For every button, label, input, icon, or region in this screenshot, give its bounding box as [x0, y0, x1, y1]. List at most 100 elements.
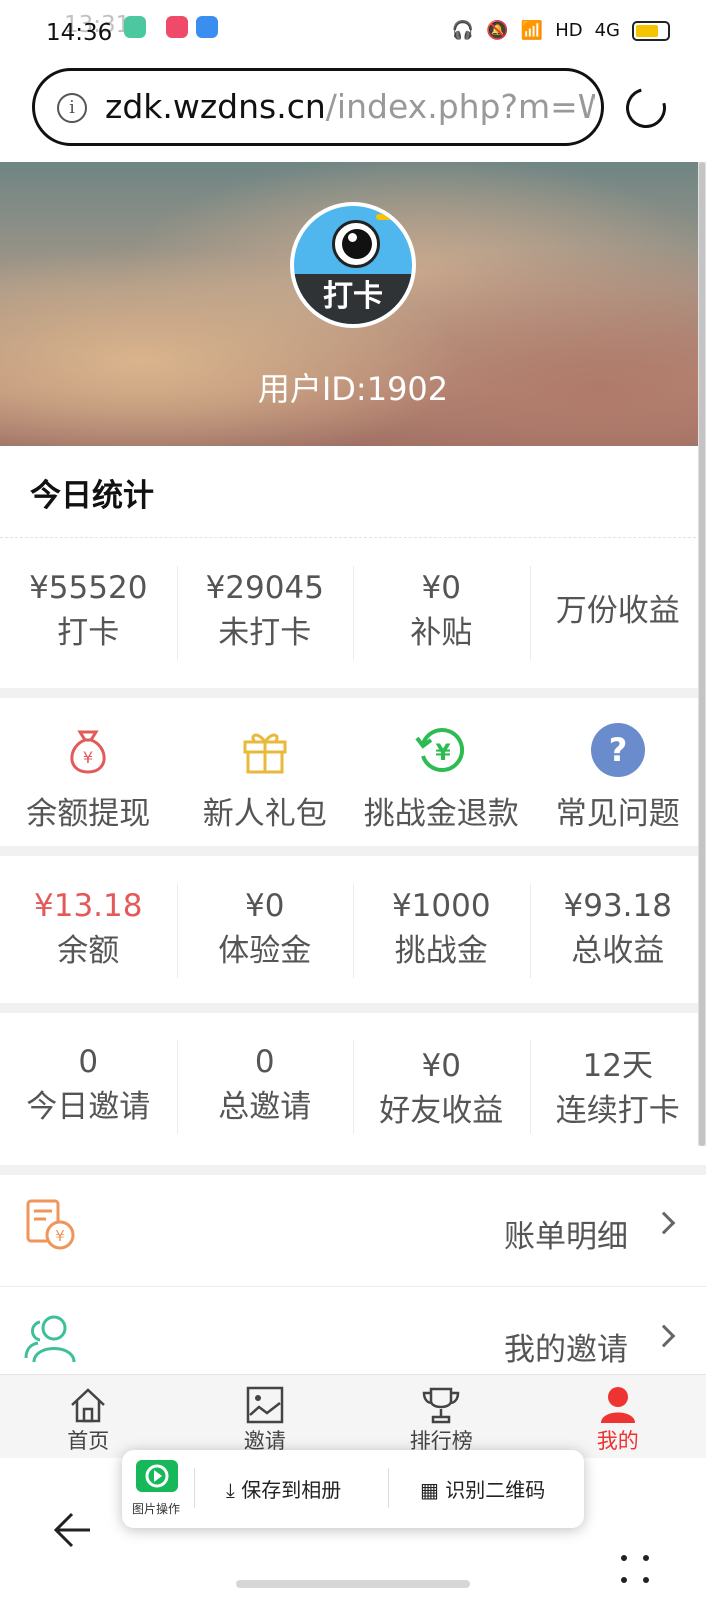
save-to-album-button[interactable]: ⤓ 保存到相册	[226, 1474, 341, 1503]
trial-fund-value: ¥0	[245, 888, 285, 924]
stat-label: 打卡	[57, 615, 120, 651]
bottom-tab-bar: 首页 邀请 排行榜 我的	[0, 1374, 706, 1458]
reload-icon[interactable]	[618, 80, 674, 136]
stat-label: 补贴	[410, 615, 473, 651]
scrollbar[interactable]	[698, 162, 706, 1146]
stat-subsidy: ¥0 补贴	[353, 566, 530, 660]
total-earnings-label: 总收益	[571, 933, 665, 969]
bill-details-label: 账单明细	[504, 1219, 628, 1255]
balance-item[interactable]: ¥13.18 余额	[0, 884, 177, 974]
url-text[interactable]: zdk.wzdns.cn/index.php?m=W	[105, 87, 595, 126]
info-icon[interactable]: i	[57, 93, 87, 123]
image-action-popup: 图片操作 ⤓ 保存到相册 ▦ 识别二维码	[122, 1450, 584, 1528]
stat-value: ¥0	[421, 570, 461, 606]
friend-earnings-value: ¥0	[421, 1048, 461, 1084]
challenge-fund-item[interactable]: ¥1000 挑战金	[353, 884, 530, 978]
action-label: 挑战金退款	[363, 796, 519, 832]
battery-icon	[632, 20, 670, 41]
address-bar[interactable]: i zdk.wzdns.cn/index.php?m=W	[32, 68, 604, 146]
section-gap	[0, 688, 706, 698]
camera-flash-icon	[376, 214, 392, 220]
total-invites-item[interactable]: 0 总邀请	[176, 1040, 354, 1134]
stat-unpunched: ¥29045 未打卡	[176, 566, 354, 660]
save-to-album-label: 保存到相册	[241, 1478, 342, 1502]
scan-qr-button[interactable]: ▦ 识别二维码	[420, 1474, 545, 1503]
profile-banner: 打卡 用户ID:1902	[0, 162, 706, 446]
user-id: 用户ID:1902	[257, 370, 449, 408]
stat-punched: ¥55520 打卡	[0, 566, 177, 656]
status-bar: 13:31 14:36 🎧 🔕 📶 HD 4G	[0, 0, 720, 62]
status-time: 14:36	[46, 20, 113, 46]
divider	[194, 1468, 195, 1508]
section-gap	[0, 846, 706, 856]
image-action-app-label: 图片操作	[132, 1502, 181, 1516]
total-invites-value: 0	[254, 1044, 275, 1080]
refund-yen-icon: ¥	[411, 720, 471, 780]
bill-details-row[interactable]: ¥ 账单明细	[0, 1175, 706, 1287]
home-indicator[interactable]	[236, 1580, 470, 1588]
trial-fund-label: 体验金	[218, 933, 312, 969]
wifi-icon: 📶	[520, 20, 544, 41]
section-gap	[0, 1165, 706, 1175]
total-earnings-item[interactable]: ¥93.18 总收益	[529, 884, 707, 978]
network-type: HD	[555, 20, 583, 41]
streak-value: 12天	[582, 1048, 653, 1084]
section-gap	[0, 1003, 706, 1013]
question-icon: ?	[588, 720, 648, 780]
app-notification-icon	[124, 16, 146, 38]
url-host: zdk.wzdns.cn	[105, 87, 326, 126]
image-action-app-icon[interactable]	[136, 1460, 178, 1492]
svg-text:¥: ¥	[83, 748, 93, 767]
person-icon	[598, 1385, 638, 1425]
streak-item[interactable]: 12天 连续打卡	[529, 1040, 707, 1134]
signal-label: 4G	[594, 20, 620, 41]
today-invites-label: 今日邀请	[26, 1089, 151, 1125]
download-icon: ⤓	[226, 1478, 235, 1502]
tab-home[interactable]: 首页	[0, 1375, 177, 1458]
avatar[interactable]: 打卡	[290, 202, 416, 328]
today-stats-title: 今日统计	[30, 478, 154, 514]
action-label: 常见问题	[555, 796, 680, 832]
refund-button[interactable]: ¥ 挑战金退款	[353, 716, 530, 833]
svg-text:?: ?	[608, 731, 627, 769]
money-bag-icon: ¥	[58, 720, 118, 780]
gift-button[interactable]: 新人礼包	[177, 716, 354, 833]
balance-label: 余额	[57, 933, 120, 969]
my-invites-label: 我的邀请	[504, 1332, 628, 1368]
users-icon	[22, 1310, 78, 1366]
tab-mine[interactable]: 我的	[530, 1375, 707, 1458]
friend-earnings-item[interactable]: ¥0 好友收益	[353, 1040, 530, 1134]
tab-invite[interactable]: 邀请	[177, 1375, 354, 1458]
chevron-right-icon	[652, 1211, 676, 1235]
trial-fund-item[interactable]: ¥0 体验金	[176, 884, 354, 978]
app-notification-icon	[166, 16, 188, 38]
divider	[388, 1468, 389, 1508]
stat-label: 未打卡	[218, 615, 312, 651]
tab-leaderboard[interactable]: 排行榜	[353, 1375, 530, 1458]
bill-icon: ¥	[22, 1197, 78, 1253]
svg-text:¥: ¥	[55, 1227, 65, 1245]
more-icon[interactable]	[620, 1554, 652, 1590]
total-invites-label: 总邀请	[218, 1089, 312, 1125]
today-invites-item[interactable]: 0 今日邀请	[0, 1040, 177, 1134]
divider	[0, 537, 706, 538]
total-earnings-value: ¥93.18	[563, 888, 672, 924]
stat-label: 万份收益	[555, 593, 680, 629]
action-label: 新人礼包	[202, 796, 327, 832]
friend-earnings-label: 好友收益	[379, 1093, 504, 1129]
status-icons: 🎧 🔕 📶 HD 4G	[452, 20, 670, 41]
mute-icon: 🔕	[486, 20, 509, 41]
stat-value: ¥55520	[29, 570, 148, 606]
challenge-fund-value: ¥1000	[391, 888, 491, 924]
back-icon[interactable]	[52, 1510, 90, 1548]
headphone-icon: 🎧	[451, 20, 475, 41]
chevron-right-icon	[652, 1324, 676, 1348]
faq-button[interactable]: ? 常见问题	[530, 716, 707, 833]
quick-actions: ¥ 余额提现 新人礼包 ¥ 挑战金退款 ? 常见问题	[0, 716, 706, 833]
url-path: /index.php?m=W	[325, 87, 595, 126]
qr-code-icon: ▦	[420, 1478, 439, 1502]
today-invites-value: 0	[78, 1044, 99, 1080]
withdraw-button[interactable]: ¥ 余额提现	[0, 716, 177, 833]
balance-row: ¥13.18 余额 ¥0 体验金 ¥1000 挑战金 ¥93.18 总收益	[0, 884, 707, 978]
scan-qr-label: 识别二维码	[445, 1478, 546, 1502]
